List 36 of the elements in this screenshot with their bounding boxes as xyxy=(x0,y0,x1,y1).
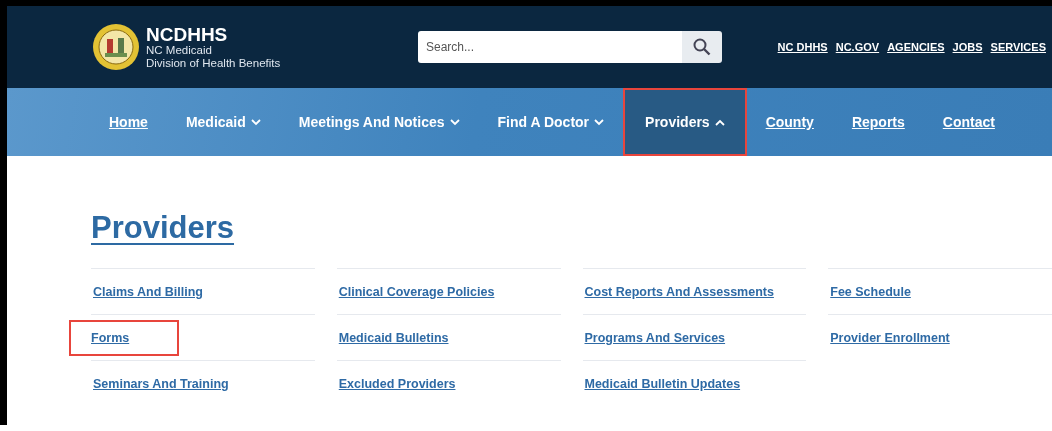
utility-link[interactable]: SERVICES xyxy=(990,41,1046,53)
seal-logo xyxy=(92,23,140,71)
brand-subtitle: Division of Health Benefits xyxy=(146,56,281,69)
provider-link[interactable]: Medicaid Bulletin Updates xyxy=(582,374,743,393)
brand-subtitle: NC Medicaid xyxy=(146,44,213,57)
nav-item[interactable]: County xyxy=(746,88,833,156)
utility-link[interactable]: NC.GOV xyxy=(835,41,880,53)
search-button[interactable] xyxy=(682,31,722,63)
search-field[interactable]: Search... xyxy=(418,31,682,63)
nav-item[interactable]: Providers xyxy=(623,88,747,156)
nav-item[interactable]: Medicaid xyxy=(166,88,280,156)
provider-link[interactable]: Fee Schedule xyxy=(828,282,913,301)
search-icon xyxy=(693,38,711,56)
brand-name: NCDHHS xyxy=(146,25,229,45)
page-title: Providers xyxy=(91,210,234,246)
nav-item[interactable]: Meetings And Notices xyxy=(279,88,479,156)
nav-item[interactable]: Home xyxy=(90,88,167,156)
provider-link[interactable]: Forms xyxy=(69,319,180,356)
caret-icon xyxy=(714,118,725,126)
provider-link[interactable]: Medicaid Bulletins xyxy=(336,328,451,347)
nav-item[interactable]: Contact xyxy=(923,88,1014,156)
nav-item[interactable]: Find A Doctor xyxy=(478,88,624,156)
provider-link[interactable]: Cost Reports And Assessments xyxy=(582,282,776,301)
provider-link[interactable]: Excluded Providers xyxy=(336,374,458,393)
provider-link[interactable]: Programs And Services xyxy=(582,328,728,347)
utility-link[interactable]: NC DHHS xyxy=(777,41,828,53)
utility-link[interactable]: JOBS xyxy=(952,41,983,53)
utility-link[interactable]: AGENCIES xyxy=(887,41,945,53)
provider-link[interactable]: Provider Enrollment xyxy=(828,328,952,347)
caret-icon xyxy=(594,118,605,126)
provider-link[interactable]: Claims And Billing xyxy=(91,282,205,301)
provider-link[interactable]: Clinical Coverage Policies xyxy=(336,282,497,301)
provider-link[interactable]: Seminars And Training xyxy=(91,374,231,393)
caret-icon xyxy=(449,118,460,126)
nav-item[interactable]: Reports xyxy=(832,88,924,156)
caret-icon xyxy=(250,118,261,126)
